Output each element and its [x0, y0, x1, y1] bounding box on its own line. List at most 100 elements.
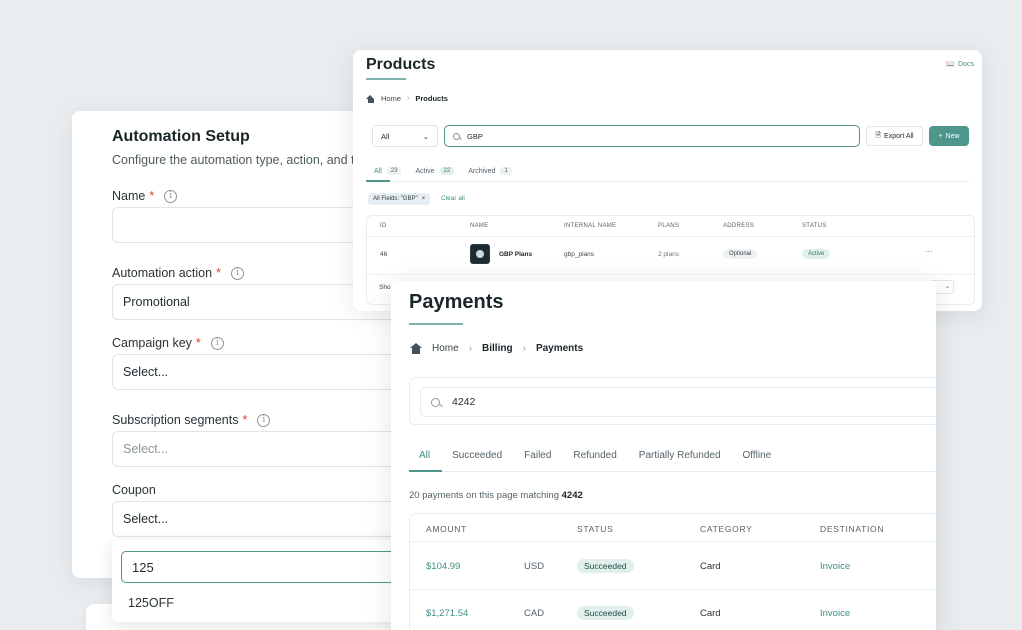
- tab-failed[interactable]: Failed: [524, 450, 551, 461]
- destination-link[interactable]: Invoice: [820, 561, 850, 572]
- breadcrumb-billing[interactable]: Billing: [482, 343, 513, 354]
- coupon-option[interactable]: 125OFF: [128, 596, 174, 610]
- campaign-key-select[interactable]: Select...: [112, 354, 432, 390]
- info-icon[interactable]: i: [164, 189, 178, 203]
- col-id[interactable]: ID: [380, 223, 387, 229]
- destination-link[interactable]: Invoice: [820, 608, 850, 619]
- amount[interactable]: $1,271.54: [426, 608, 468, 619]
- tab-active[interactable]: Active 22: [415, 167, 455, 175]
- required-marker: *: [242, 413, 248, 427]
- name-label: Name * i: [112, 189, 178, 203]
- coupon-dropdown: 125 125OFF: [112, 540, 412, 622]
- tab-all[interactable]: All: [419, 450, 430, 461]
- clear-all-link[interactable]: Clear all: [441, 195, 465, 202]
- info-icon[interactable]: i: [257, 413, 271, 427]
- col-name[interactable]: NAME: [470, 223, 489, 229]
- breadcrumb: Home › Billing › Payments: [410, 343, 583, 354]
- breadcrumb-home[interactable]: Home: [432, 343, 459, 354]
- product-thumbnail: [470, 244, 490, 264]
- status-badge: Succeeded: [577, 606, 634, 620]
- amount[interactable]: $104.99: [426, 561, 460, 572]
- row-divider: [367, 274, 974, 275]
- col-status: STATUS: [577, 524, 614, 534]
- file-icon: 🗎: [875, 131, 882, 139]
- col-plans: PLANS: [658, 223, 680, 229]
- payments-search-input[interactable]: 4242: [420, 387, 936, 417]
- search-icon: [431, 397, 440, 407]
- breadcrumb: Home › Products: [366, 94, 448, 103]
- automation-title: Automation Setup: [112, 128, 250, 145]
- col-amount: AMOUNT: [426, 524, 468, 534]
- subscription-segments-select[interactable]: Select...: [112, 431, 432, 467]
- col-internal-name[interactable]: INTERNAL NAME: [564, 223, 616, 229]
- products-title: Products: [366, 56, 436, 73]
- status-badge: Active: [802, 249, 831, 259]
- subscription-segments-label: Subscription segments * i: [112, 413, 271, 427]
- payments-card: Payments Home › Billing › Payments 4242 …: [391, 281, 936, 630]
- payments-tabs: All Succeeded Failed Refunded Partially …: [419, 450, 771, 461]
- required-marker: *: [195, 336, 201, 350]
- export-all-button[interactable]: 🗎 Export All: [866, 126, 923, 146]
- col-status[interactable]: STATUS: [802, 223, 827, 229]
- tab-succeeded[interactable]: Succeeded: [452, 450, 502, 461]
- tab-count: 1: [500, 167, 512, 175]
- product-plans: 2 plans: [658, 251, 679, 258]
- close-icon[interactable]: ×: [422, 196, 426, 202]
- currency: USD: [524, 561, 545, 572]
- filter-chip[interactable]: All Fields: "GBP" ×: [368, 193, 431, 205]
- book-icon: 📖: [946, 61, 956, 68]
- tab-archived[interactable]: Archived 1: [468, 167, 512, 175]
- tab-partially-refunded[interactable]: Partially Refunded: [639, 450, 721, 461]
- table-header: AMOUNT STATUS CATEGORY DESTINATION: [410, 514, 936, 542]
- results-summary: 20 payments on this page matching 4242: [409, 490, 583, 501]
- tabs-divider: [366, 181, 969, 182]
- plus-icon: +: [938, 132, 943, 140]
- product-name[interactable]: GBP Plans: [499, 251, 532, 258]
- coupon-label: Coupon: [112, 483, 156, 497]
- tab-all[interactable]: All 23: [374, 167, 402, 175]
- chevron-right-icon: ›: [407, 95, 410, 102]
- tab-refunded[interactable]: Refunded: [573, 450, 616, 461]
- automation-subtitle: Configure the automation type, action, a…: [112, 153, 362, 167]
- docs-link[interactable]: 📖 Docs: [946, 60, 974, 69]
- automation-action-label: Automation action * i: [112, 266, 244, 280]
- product-id[interactable]: 46: [380, 251, 387, 258]
- tab-count: 23: [386, 167, 402, 175]
- summary-query: 4242: [561, 490, 583, 501]
- product-internal-name: gbp_plans: [564, 251, 594, 258]
- tab-count: 22: [439, 167, 455, 175]
- row-menu-icon[interactable]: ···: [925, 247, 933, 256]
- products-search-input[interactable]: GBP: [444, 125, 860, 147]
- chevron-right-icon: ›: [522, 343, 526, 354]
- tab-offline[interactable]: Offline: [743, 450, 772, 461]
- col-category: CATEGORY: [700, 524, 753, 534]
- table-row[interactable]: $1,271.54 CAD Succeeded Card Invoice: [410, 590, 936, 630]
- tabs-divider: [409, 471, 936, 472]
- chevron-down-icon: ⌄: [422, 131, 429, 141]
- products-card: Products 📖 Docs Home › Products All ⌄ GB…: [353, 50, 982, 311]
- payments-title: Payments: [409, 291, 504, 313]
- new-button[interactable]: + New: [929, 126, 969, 146]
- home-icon[interactable]: [410, 343, 422, 354]
- category: Card: [700, 608, 721, 619]
- home-icon[interactable]: [366, 94, 375, 103]
- chevron-right-icon: ›: [468, 343, 473, 354]
- breadcrumb-home[interactable]: Home: [381, 94, 401, 103]
- category: Card: [700, 561, 721, 572]
- status-badge: Succeeded: [577, 559, 634, 573]
- table-row[interactable]: $104.99 USD Succeeded Card Invoice: [410, 543, 936, 590]
- address-badge: Optional: [723, 249, 758, 259]
- info-icon[interactable]: i: [230, 266, 244, 280]
- title-underline: [366, 78, 406, 80]
- breadcrumb-current: Products: [415, 94, 448, 103]
- tab-indicator: [409, 470, 442, 472]
- products-tabs: All 23 Active 22 Archived 1: [374, 167, 512, 175]
- tab-indicator: [366, 180, 390, 182]
- required-marker: *: [216, 266, 221, 280]
- payments-table: AMOUNT STATUS CATEGORY DESTINATION $104.…: [409, 513, 936, 630]
- filter-select[interactable]: All ⌄: [372, 125, 438, 147]
- coupon-select[interactable]: Select...: [112, 501, 432, 537]
- info-icon[interactable]: i: [210, 336, 224, 350]
- col-address[interactable]: ADDRESS: [723, 223, 754, 229]
- coupon-search-input[interactable]: 125: [121, 551, 401, 583]
